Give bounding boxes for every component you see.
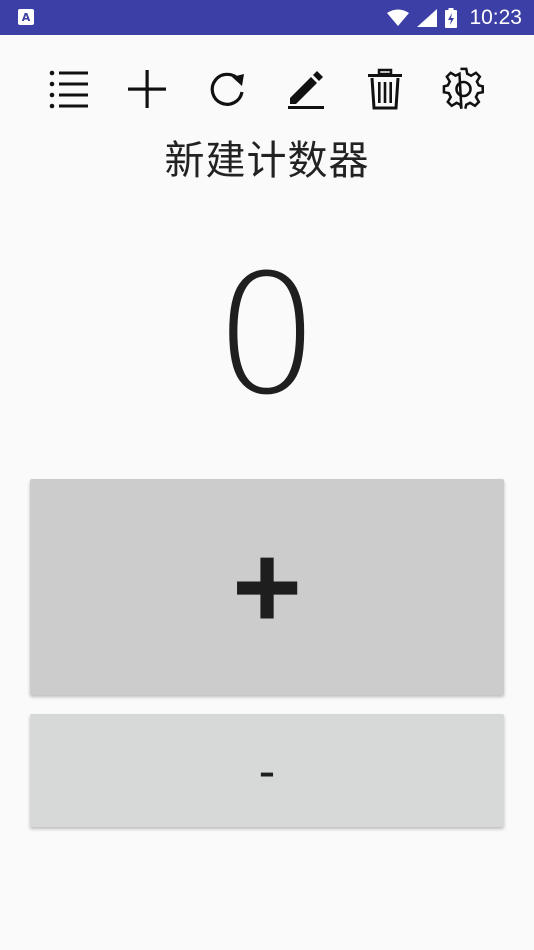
toolbar bbox=[0, 60, 534, 118]
edit-icon bbox=[288, 71, 324, 109]
increment-button[interactable]: + bbox=[30, 479, 504, 695]
decrement-label: - bbox=[258, 742, 276, 799]
status-time: 10:23 bbox=[469, 5, 522, 29]
increment-label: + bbox=[231, 520, 303, 654]
status-icons: 10:23 bbox=[387, 0, 522, 35]
battery-charging-icon bbox=[445, 7, 458, 28]
add-counter-button[interactable] bbox=[118, 60, 176, 118]
counter-value: 0 bbox=[214, 239, 320, 431]
signal-icon bbox=[417, 8, 438, 27]
status-bar: A 10:23 bbox=[0, 0, 534, 35]
delete-icon bbox=[368, 68, 402, 110]
wifi-icon bbox=[387, 9, 410, 26]
list-button[interactable] bbox=[40, 60, 98, 118]
settings-button[interactable] bbox=[435, 60, 493, 118]
decrement-button[interactable]: - bbox=[30, 714, 504, 827]
list-icon bbox=[49, 70, 88, 109]
app-notification-icon: A bbox=[18, 9, 34, 25]
counter-title[interactable]: 新建计数器 bbox=[0, 128, 534, 186]
refresh-icon bbox=[210, 72, 244, 106]
reset-button[interactable] bbox=[198, 60, 256, 118]
delete-button[interactable] bbox=[356, 60, 414, 118]
settings-icon bbox=[442, 67, 485, 109]
add-icon bbox=[128, 70, 166, 108]
rename-button[interactable] bbox=[276, 60, 334, 118]
